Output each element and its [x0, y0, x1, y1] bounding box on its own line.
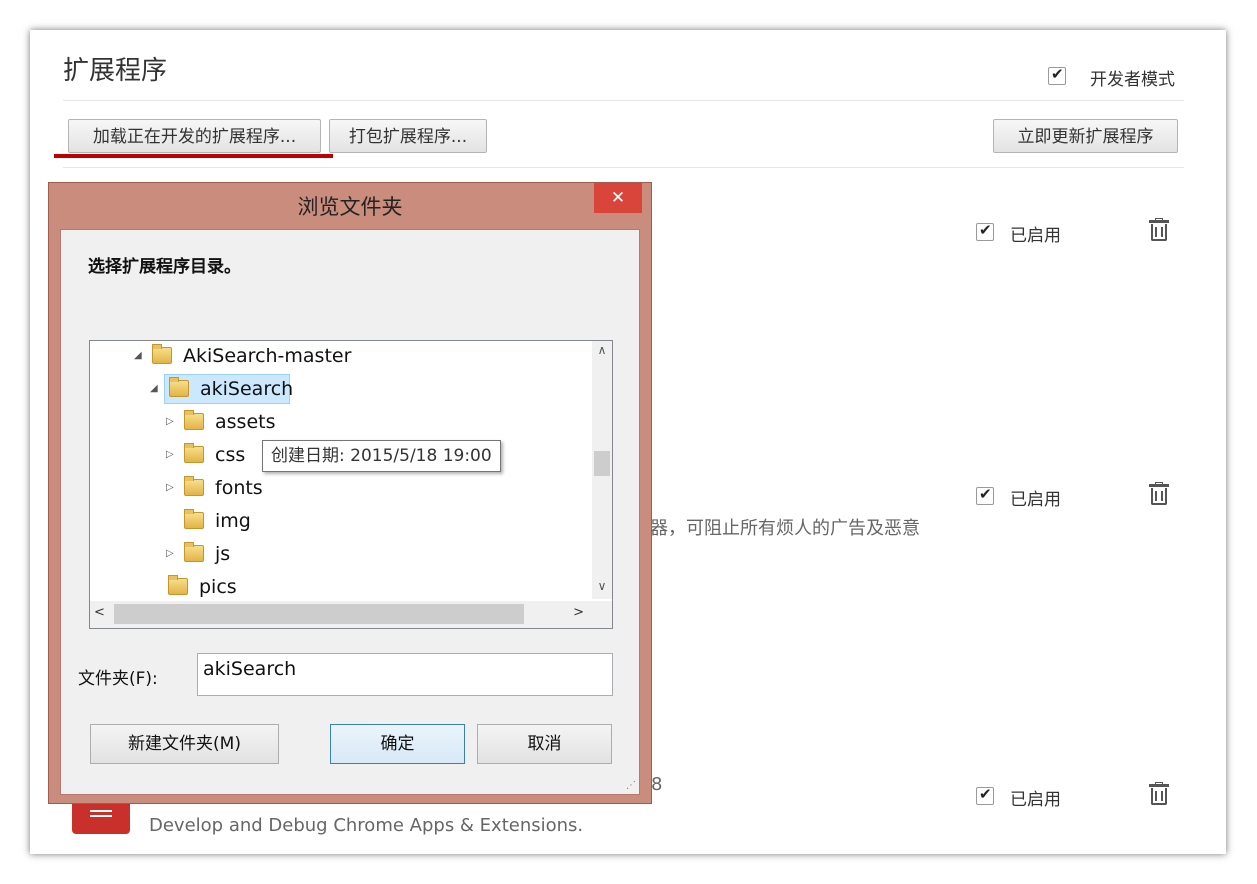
load-unpacked-button[interactable]: 加载正在开发的扩展程序...: [68, 119, 321, 153]
tree-item-label: pics: [199, 576, 237, 598]
divider: [63, 167, 1184, 168]
tree-item-label: css: [215, 444, 246, 466]
extension-description: Develop and Debug Chrome Apps & Extensio…: [149, 815, 584, 836]
extension-description: 器，可阻止所有烦人的广告及恶意: [650, 518, 920, 539]
tree-item-label: fonts: [215, 477, 263, 499]
scroll-thumb[interactable]: [114, 604, 524, 624]
horizontal-scrollbar[interactable]: < >: [90, 601, 612, 628]
dialog-body: 选择扩展程序目录。 ◢ AkiSearch-master ◢ akiSearch…: [60, 229, 640, 795]
folder-icon: [184, 542, 204, 562]
folder-icon: [184, 410, 204, 430]
folder-icon: [168, 575, 188, 595]
extension-enabled-label: 已启用: [1010, 226, 1061, 246]
tree-item-label: img: [215, 510, 251, 532]
divider: [63, 100, 1184, 101]
dev-mode-label: 开发者模式: [1090, 70, 1175, 90]
update-extensions-button[interactable]: 立即更新扩展程序: [993, 119, 1178, 153]
vertical-scrollbar[interactable]: ∧ ∨: [592, 341, 612, 599]
checkmark-icon: ✔: [979, 485, 992, 503]
scroll-up-icon[interactable]: ∧: [592, 343, 612, 357]
tree-item-label: AkiSearch-master: [183, 345, 352, 367]
tree-item-label: js: [215, 543, 231, 565]
browse-folder-dialog: 浏览文件夹 ✕ 选择扩展程序目录。 ◢ AkiSearch-master ◢ a…: [48, 182, 652, 804]
checkmark-icon: ✔: [979, 785, 992, 803]
dev-mode-checkbox[interactable]: ✔: [1048, 65, 1066, 85]
folder-input[interactable]: akiSearch: [197, 653, 613, 696]
scroll-right-icon[interactable]: >: [573, 605, 584, 620]
trash-icon[interactable]: [1149, 482, 1169, 506]
extension-enabled-checkbox[interactable]: ✔: [976, 485, 994, 505]
new-folder-button[interactable]: 新建文件夹(M): [90, 724, 279, 764]
dialog-instruction: 选择扩展程序目录。: [88, 257, 241, 277]
extension-enabled-checkbox[interactable]: ✔: [976, 785, 994, 805]
expand-icon[interactable]: ▷: [166, 407, 178, 437]
extension-enabled-label: 已启用: [1010, 790, 1061, 810]
expand-icon[interactable]: ◢: [134, 341, 146, 371]
dialog-title: 浏览文件夹: [297, 195, 403, 219]
folder-field-label: 文件夹(F):: [78, 669, 158, 689]
checkmark-icon: ✔: [1051, 65, 1064, 83]
extensions-page: 扩展程序 ✔ 开发者模式 加载正在开发的扩展程序... 打包扩展程序... 立即…: [30, 30, 1226, 854]
tree-item-label: assets: [215, 411, 276, 433]
date-tooltip: 创建日期: 2015/5/18 19:00: [262, 440, 501, 472]
expand-icon[interactable]: ▷: [166, 539, 178, 569]
tree-item-label: akiSearch: [200, 378, 294, 400]
extension-enabled-checkbox[interactable]: ✔: [976, 221, 994, 241]
pack-extension-button[interactable]: 打包扩展程序...: [329, 119, 487, 153]
close-icon[interactable]: ✕: [594, 183, 642, 213]
folder-icon: [184, 509, 204, 529]
folder-tree[interactable]: ◢ AkiSearch-master ◢ akiSearch ▷ assets …: [89, 340, 613, 629]
cancel-button[interactable]: 取消: [477, 724, 612, 764]
folder-icon: [184, 443, 204, 463]
scroll-down-icon[interactable]: ∨: [592, 579, 612, 593]
scroll-thumb[interactable]: [594, 451, 610, 476]
folder-icon: [184, 476, 204, 496]
extension-version: 8: [651, 774, 663, 795]
folder-icon: [152, 344, 172, 364]
expand-icon[interactable]: ▷: [166, 440, 178, 470]
checkmark-icon: ✔: [979, 221, 992, 239]
resize-grip-icon[interactable]: ⋰: [626, 780, 636, 791]
ok-button[interactable]: 确定: [330, 724, 465, 764]
expand-icon[interactable]: ◢: [150, 374, 162, 404]
highlight-underline: [54, 154, 333, 158]
expand-icon[interactable]: ▷: [166, 473, 178, 503]
scroll-left-icon[interactable]: <: [94, 605, 105, 620]
extension-enabled-label: 已启用: [1010, 490, 1061, 510]
folder-icon: [169, 377, 189, 397]
page-title: 扩展程序: [63, 56, 168, 86]
trash-icon[interactable]: [1149, 782, 1169, 806]
trash-icon[interactable]: [1149, 218, 1169, 242]
